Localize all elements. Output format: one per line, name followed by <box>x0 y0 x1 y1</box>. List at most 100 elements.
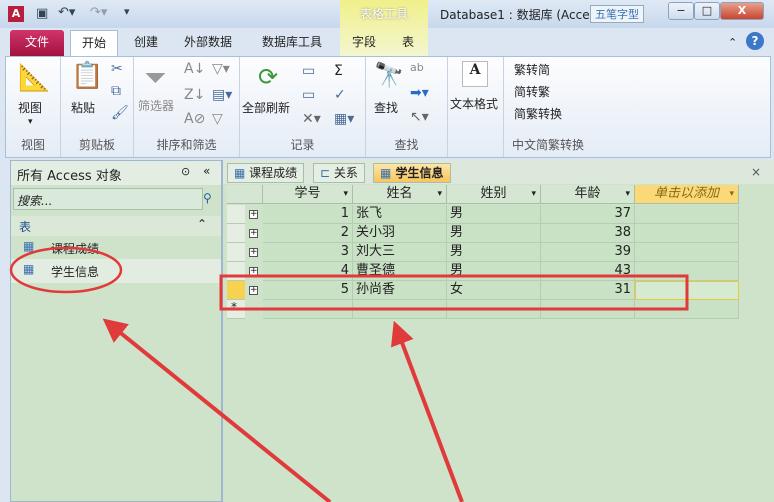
close-button[interactable]: X <box>720 2 764 20</box>
cell-gender[interactable]: 男 <box>447 224 541 243</box>
nav-item-student-info[interactable]: ▦ 学生信息 <box>11 259 221 283</box>
cell-id[interactable]: 2 <box>263 224 353 243</box>
column-header-gender[interactable]: 姓别 ▾ <box>447 185 541 204</box>
cell-add[interactable] <box>635 205 739 224</box>
tab-fields[interactable]: 字段 <box>342 30 386 56</box>
more-icon[interactable]: ▦▾ <box>334 111 354 127</box>
doc-tab-course-scores[interactable]: ▦ 课程成绩 <box>227 163 305 183</box>
select-icon[interactable]: ↖▾ <box>410 109 429 125</box>
cell-add[interactable] <box>635 281 739 300</box>
nav-item-course-scores[interactable]: ▦ 课程成绩 <box>11 237 221 259</box>
cell-name[interactable]: 曹圣德 <box>353 262 447 281</box>
expand-subdatasheet-icon[interactable]: + <box>249 267 258 276</box>
collapse-nav-icon[interactable]: « <box>203 164 210 178</box>
view-button[interactable]: 视图 <box>18 99 42 116</box>
cell-id[interactable]: 3 <box>263 243 353 262</box>
column-header-age[interactable]: 年龄 ▾ <box>541 185 635 204</box>
cell-name[interactable]: 张飞 <box>353 205 447 224</box>
cut-icon[interactable]: ✂ <box>111 61 123 77</box>
cell-add[interactable] <box>635 243 739 262</box>
cell-age[interactable]: 37 <box>541 205 635 224</box>
record-selector[interactable] <box>227 262 245 281</box>
simp-to-trad-button[interactable]: 简转繁 <box>514 83 550 100</box>
search-input[interactable]: 搜索... <box>13 188 203 210</box>
expand-subdatasheet-icon[interactable]: + <box>249 286 258 295</box>
cell-add[interactable] <box>635 262 739 281</box>
record-selector[interactable] <box>227 243 245 262</box>
undo-icon[interactable]: ↶▾ <box>58 5 75 20</box>
select-all-corner[interactable] <box>227 185 263 204</box>
advanced-filter-icon[interactable]: ▤▾ <box>212 87 232 103</box>
close-document-icon[interactable]: × <box>751 165 761 179</box>
maximize-button[interactable]: □ <box>694 2 720 20</box>
cell-name[interactable]: 孙尚香 <box>353 281 447 300</box>
expand-subdatasheet-icon[interactable]: + <box>249 229 258 238</box>
cell-age[interactable]: 31 <box>541 281 635 300</box>
record-selector[interactable] <box>227 281 245 300</box>
new-record-cell[interactable] <box>263 300 353 319</box>
expand-subdatasheet-icon[interactable]: + <box>249 248 258 257</box>
cell-gender[interactable]: 男 <box>447 243 541 262</box>
help-icon[interactable]: ? <box>746 32 764 50</box>
tab-create[interactable]: 创建 <box>124 30 168 56</box>
nav-title[interactable]: 所有 Access 对象 <box>17 165 122 184</box>
sort-descending-icon[interactable]: Z↓ <box>184 87 205 103</box>
ime-indicator[interactable]: 五笔字型 <box>590 5 644 23</box>
tab-table[interactable]: 表 <box>392 30 424 56</box>
refresh-all-button[interactable]: 全部刷新 <box>242 99 290 116</box>
cell-gender[interactable]: 女 <box>447 281 541 300</box>
record-selector[interactable] <box>227 205 245 224</box>
column-header-id[interactable]: 学号 ▾ <box>263 185 353 204</box>
collapse-ribbon-icon[interactable]: ⌃ <box>728 36 737 49</box>
expand-subdatasheet-icon[interactable]: + <box>249 210 258 219</box>
spelling-icon[interactable]: ✓ <box>334 87 346 103</box>
replace-icon[interactable]: ab <box>410 61 424 74</box>
tab-home[interactable]: 开始 <box>70 30 118 56</box>
convert-button[interactable]: 简繁转换 <box>514 105 562 122</box>
save-record-icon[interactable]: ▭ <box>302 87 315 103</box>
column-header-name[interactable]: 姓名 ▾ <box>353 185 447 204</box>
record-selector[interactable] <box>227 224 245 243</box>
save-icon[interactable]: ▣ <box>36 6 48 21</box>
cell-name[interactable]: 刘大三 <box>353 243 447 262</box>
format-painter-icon[interactable]: 🖌 <box>111 105 129 121</box>
cell-id[interactable]: 5 <box>263 281 353 300</box>
new-record-cell[interactable] <box>541 300 635 319</box>
totals-icon[interactable]: Σ <box>334 63 343 79</box>
clear-sort-icon[interactable]: A⊘ <box>184 111 205 127</box>
cell-name[interactable]: 关小羽 <box>353 224 447 243</box>
cell-gender[interactable]: 男 <box>447 205 541 224</box>
nav-section-tables[interactable]: 表 ⌃ <box>11 216 221 236</box>
customize-toolbar-icon[interactable]: ▾ <box>124 5 130 18</box>
filter-button[interactable]: 筛选器 <box>138 97 174 114</box>
sort-ascending-icon[interactable]: A↓ <box>184 61 205 77</box>
paste-button[interactable]: 粘贴 <box>71 99 95 116</box>
nav-menu-icon[interactable]: ⊙ <box>181 165 190 178</box>
new-record-cell[interactable] <box>353 300 447 319</box>
access-app-icon[interactable]: A <box>8 6 24 22</box>
cell-id[interactable]: 1 <box>263 205 353 224</box>
goto-icon[interactable]: ➡▾ <box>410 85 429 101</box>
selection-icon[interactable]: ▽▾ <box>212 61 230 77</box>
delete-icon[interactable]: ✕▾ <box>302 111 321 127</box>
toggle-filter-icon[interactable]: ▽ <box>212 111 223 127</box>
search-icon[interactable]: ⚲ <box>203 191 212 205</box>
new-record-cell[interactable] <box>447 300 541 319</box>
cell-age[interactable]: 43 <box>541 262 635 281</box>
redo-icon[interactable]: ↷▾ <box>90 5 107 20</box>
text-format-button[interactable]: 文本格式 <box>450 95 498 112</box>
chevron-down-icon[interactable]: ▾ <box>28 117 33 127</box>
tab-file[interactable]: 文件 <box>10 30 64 56</box>
copy-icon[interactable]: ⧉ <box>111 83 121 99</box>
cell-gender[interactable]: 男 <box>447 262 541 281</box>
cell-age[interactable]: 39 <box>541 243 635 262</box>
tab-external-data[interactable]: 外部数据 <box>174 30 242 56</box>
doc-tab-relationships[interactable]: ⊏ 关系 <box>313 163 365 183</box>
find-button[interactable]: 查找 <box>374 99 398 116</box>
tab-database-tools[interactable]: 数据库工具 <box>252 30 332 56</box>
doc-tab-student-info[interactable]: ▦ 学生信息 <box>373 163 451 183</box>
column-header-add[interactable]: 单击以添加 ▾ <box>635 185 739 204</box>
trad-to-simp-button[interactable]: 繁转简 <box>514 61 550 78</box>
cell-age[interactable]: 38 <box>541 224 635 243</box>
cell-add[interactable] <box>635 224 739 243</box>
